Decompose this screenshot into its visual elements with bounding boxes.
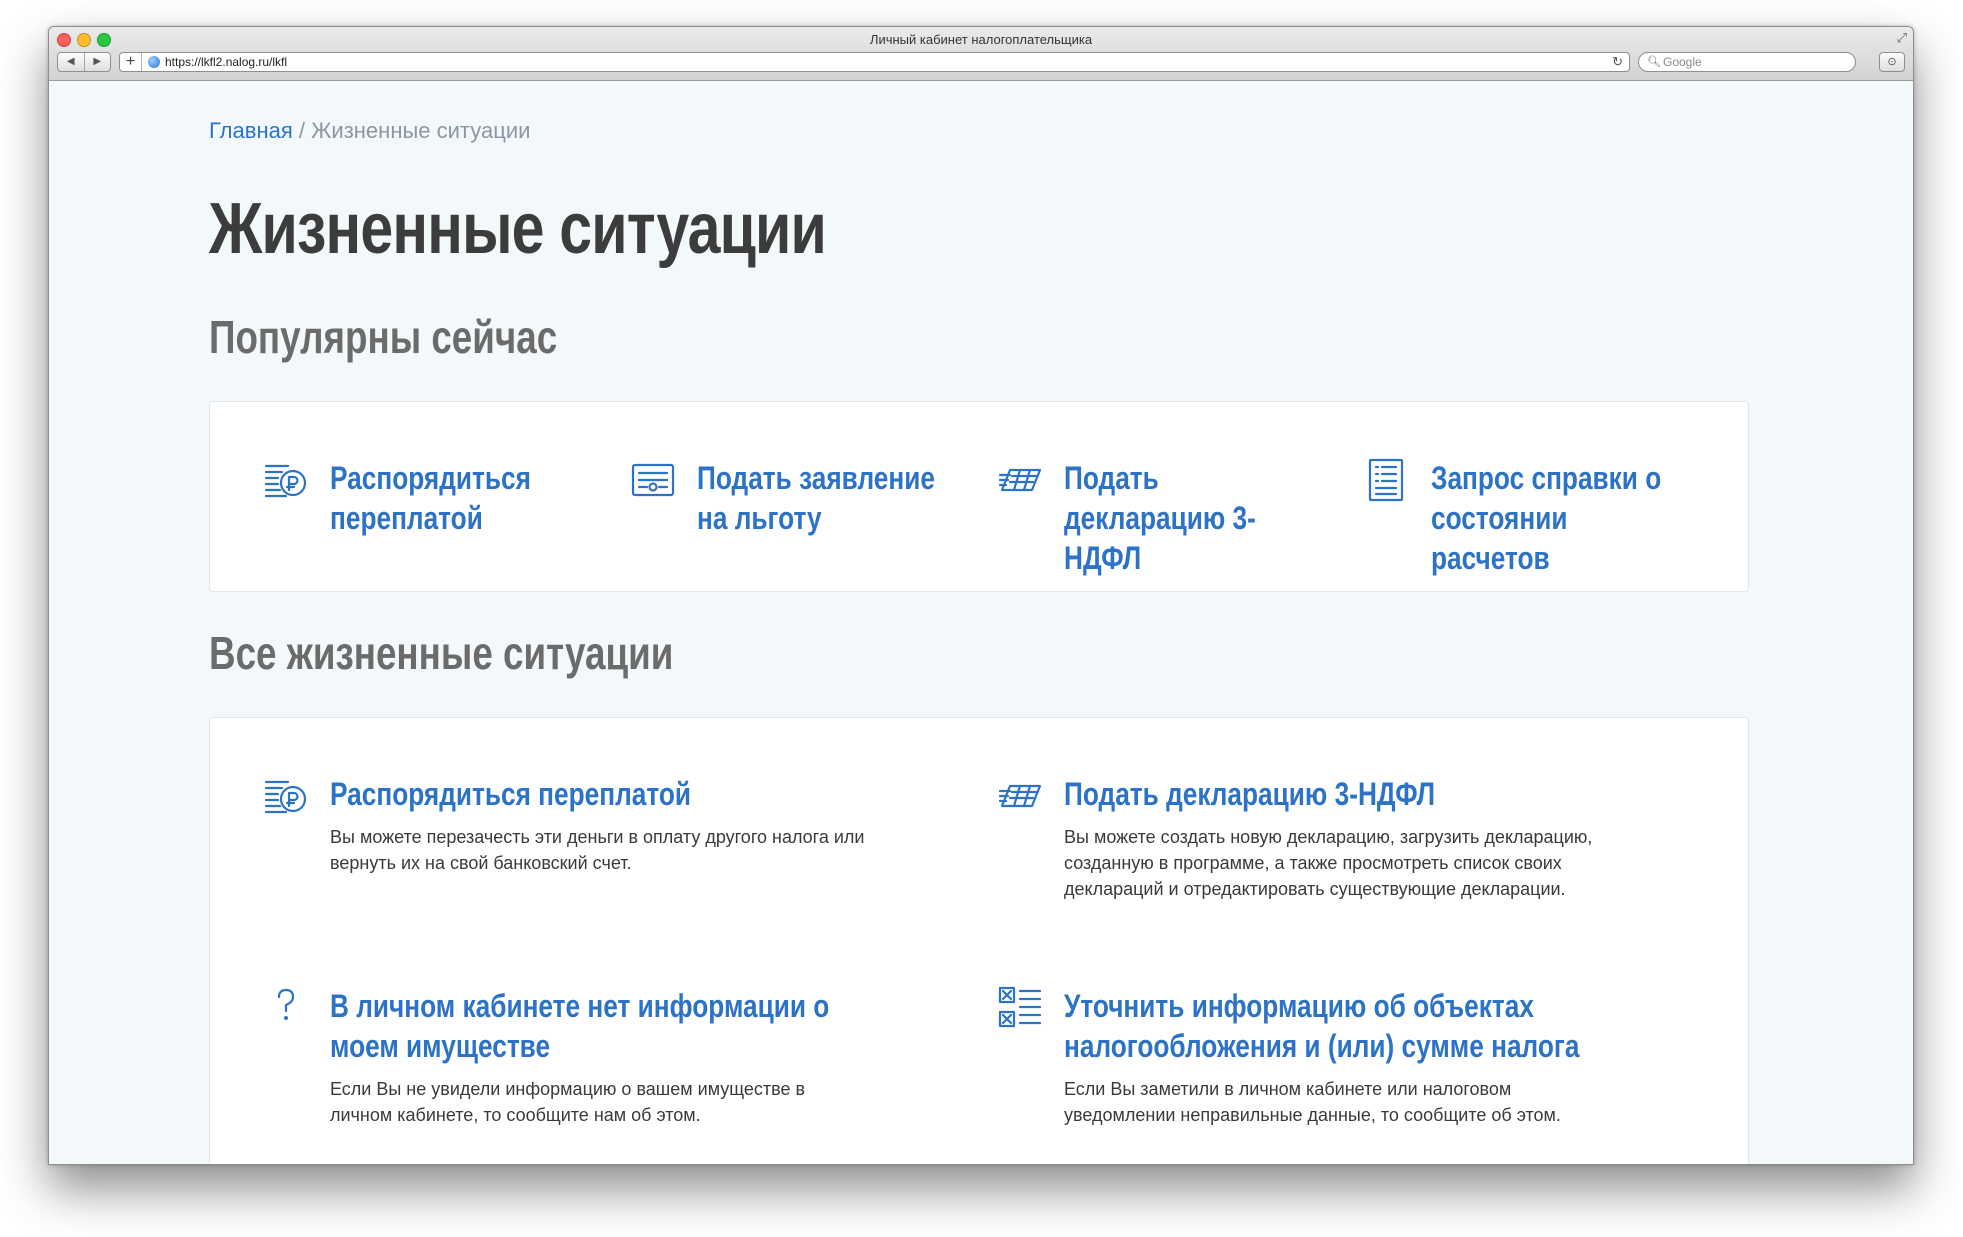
certificate-request-icon	[1368, 458, 1404, 502]
situation-text: Подать декларацию 3-НДФЛ Вы можете созда…	[1064, 774, 1644, 902]
situation-title-link[interactable]: Уточнить информацию об объектах налогооб…	[1064, 986, 1597, 1066]
window-title: Личный кабинет налогоплательщика	[869, 32, 1093, 47]
breadcrumb-separator: /	[292, 118, 312, 143]
popular-item-benefit[interactable]: Подать заявление на льготу	[631, 458, 997, 538]
situation-description: Вы можете перезачесть эти деньги в оплат…	[330, 827, 865, 873]
question-icon	[277, 988, 295, 1020]
browser-window: Личный кабинет налогоплательщика ⤢ ◀ ▶ +…	[48, 26, 1914, 1165]
situation-item-clarify-tax: Уточнить информацию об объектах налогооб…	[998, 986, 1644, 1128]
add-bookmark-button[interactable]: +	[120, 53, 142, 71]
search-field[interactable]: 🔍︎	[1638, 52, 1856, 72]
url-text[interactable]: https://lkfl2.nalog.ru/lkfl	[165, 55, 287, 69]
situation-text: Уточнить информацию об объектах налогооб…	[1064, 986, 1644, 1128]
situation-text: В личном кабинете нет информации о моем …	[330, 986, 910, 1128]
globe-icon	[148, 56, 160, 68]
situation-title-link[interactable]: Распорядиться переплатой	[330, 774, 863, 814]
situation-title-link[interactable]: Подать декларацию 3-НДФЛ	[1064, 774, 1597, 814]
situation-description: Если Вы заметили в личном кабинете или н…	[1064, 1079, 1561, 1125]
address-bar[interactable]: + https://lkfl2.nalog.ru/lkfl ↻	[119, 52, 1630, 72]
popular-item-label: Подать декларацию 3-НДФЛ	[1064, 460, 1256, 576]
situation-item-property-info: В личном кабинете нет информации о моем …	[264, 986, 910, 1128]
popular-item-label: Распорядиться переплатой	[330, 460, 531, 536]
all-situations-card: Распорядиться переплатой Вы можете перез…	[209, 717, 1749, 1164]
popular-item-certificate[interactable]: Запрос справки о состоянии расчетов	[1365, 458, 1731, 578]
checklist-icon	[998, 986, 1042, 1028]
forward-button[interactable]: ▶	[85, 53, 111, 71]
overpayment-icon	[264, 780, 307, 814]
browser-titlebar: Личный кабинет налогоплательщика ⤢ ◀ ▶ +…	[49, 27, 1913, 81]
back-button[interactable]: ◀	[58, 53, 85, 71]
popular-item-declaration[interactable]: Подать декларацию 3-НДФЛ	[998, 458, 1364, 578]
downloads-button[interactable]: ⊙	[1879, 52, 1905, 72]
popular-card: Распорядиться переплатой Подать заявлени…	[209, 401, 1749, 592]
benefit-application-icon	[631, 463, 675, 497]
situation-description: Если Вы не увидели информацию о вашем им…	[330, 1079, 806, 1125]
search-input[interactable]	[1663, 54, 1848, 70]
situation-text: Распорядиться переплатой Вы можете перез…	[330, 774, 910, 876]
breadcrumb-home-link[interactable]: Главная	[209, 118, 293, 143]
popular-item-label: Подать заявление на льготу	[697, 460, 935, 536]
popular-item-label: Запрос справки о состоянии расчетов	[1431, 460, 1662, 576]
page-title: Жизненные ситуации	[209, 189, 827, 269]
situation-title-link[interactable]: В личном кабинете нет информации о моем …	[330, 986, 863, 1066]
situation-item-overpayment: Распорядиться переплатой Вы можете перез…	[264, 774, 910, 876]
all-situations-heading: Все жизненные ситуации	[209, 627, 674, 679]
situation-description: Вы можете создать новую декларацию, загр…	[1064, 827, 1593, 899]
popular-item-overpayment[interactable]: Распорядиться переплатой	[264, 458, 630, 538]
breadcrumb-current: Жизненные ситуации	[311, 118, 531, 143]
page-content: Главная / Жизненные ситуации Жизненные с…	[49, 82, 1913, 1164]
fullscreen-icon[interactable]: ⤢	[1897, 30, 1907, 46]
history-nav: ◀ ▶	[57, 52, 111, 72]
reload-icon[interactable]: ↻	[1612, 54, 1623, 70]
search-icon: 🔍︎	[1647, 56, 1661, 68]
browser-toolbar: ◀ ▶ + https://lkfl2.nalog.ru/lkfl ↻ 🔍︎ ⊙	[57, 51, 1905, 75]
declaration-icon	[998, 468, 1042, 492]
overpayment-icon	[264, 464, 307, 498]
situation-item-declaration: Подать декларацию 3-НДФЛ Вы можете созда…	[998, 774, 1644, 902]
declaration-icon	[998, 784, 1042, 808]
breadcrumb: Главная / Жизненные ситуации	[209, 118, 530, 144]
popular-heading: Популярны сейчас	[209, 311, 558, 363]
